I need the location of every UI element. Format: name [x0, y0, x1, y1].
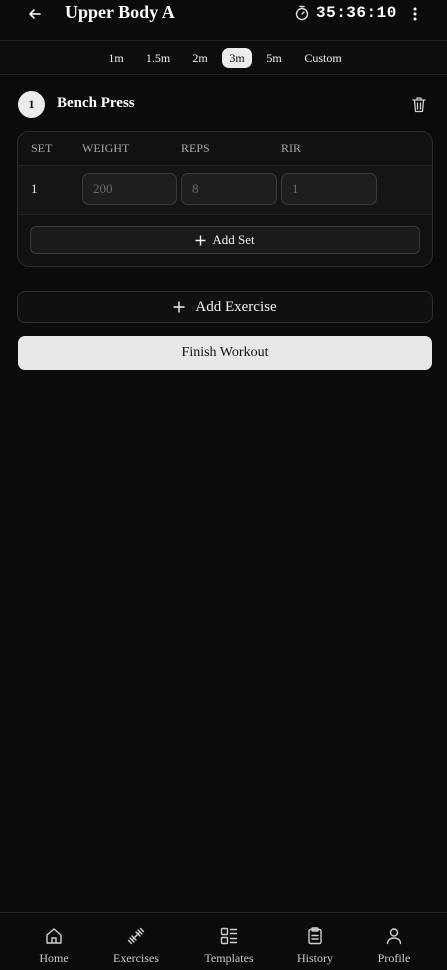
layout-list-icon	[218, 925, 240, 947]
column-header-weight: WEIGHT	[82, 141, 130, 155]
rest-option-custom[interactable]: Custom	[298, 48, 348, 68]
nav-label: Templates	[204, 951, 254, 965]
workout-title: Upper Body A	[65, 2, 175, 22]
rir-input[interactable]	[281, 173, 377, 205]
reps-input[interactable]	[181, 173, 277, 205]
nav-item-history[interactable]: History	[290, 913, 340, 970]
user-icon	[383, 925, 405, 947]
workout-timer: 35:36:10	[294, 4, 397, 22]
finish-workout-button[interactable]: Finish Workout	[18, 336, 432, 370]
sets-table-header: SET WEIGHT REPS RIR	[18, 132, 432, 166]
arrow-left-icon	[29, 9, 41, 19]
back-button[interactable]	[24, 4, 46, 24]
clipboard-icon	[304, 925, 326, 947]
nav-item-home[interactable]: Home	[29, 913, 79, 970]
nav-label: Home	[39, 951, 69, 965]
delete-exercise-button[interactable]	[410, 95, 428, 114]
nav-label: Exercises	[113, 951, 159, 965]
rest-option-3m[interactable]: 3m	[222, 48, 252, 68]
set-row: 1	[18, 166, 432, 215]
plus-icon	[195, 235, 206, 245]
add-set-button[interactable]: Add Set	[30, 226, 420, 254]
more-options-button[interactable]	[406, 4, 424, 24]
rest-option-1-5m[interactable]: 1.5m	[142, 48, 174, 68]
add-exercise-label: Add Exercise	[195, 298, 277, 315]
weight-input[interactable]	[82, 173, 177, 205]
nav-label: Profile	[377, 951, 411, 965]
column-header-rir: RIR	[281, 141, 302, 155]
nav-item-templates[interactable]: Templates	[200, 913, 258, 970]
plus-icon	[173, 301, 185, 313]
add-set-label: Add Set	[212, 232, 255, 247]
set-number: 1	[31, 181, 38, 196]
column-header-reps: REPS	[181, 141, 210, 155]
trash-icon	[412, 97, 426, 113]
sets-table: SET WEIGHT REPS RIR 1 Add Set	[17, 131, 433, 267]
home-icon	[43, 925, 65, 947]
nav-item-exercises[interactable]: Exercises	[107, 913, 165, 970]
rest-timer-options: 1m 1.5m 2m 3m 5m Custom	[0, 42, 447, 75]
bottom-navigation: Home Exercises Templates History Profile	[0, 912, 447, 970]
nav-label: History	[297, 951, 333, 965]
more-vertical-icon	[413, 7, 417, 21]
nav-item-profile[interactable]: Profile	[369, 913, 419, 970]
rest-option-5m[interactable]: 5m	[262, 48, 286, 68]
column-header-set: SET	[31, 141, 53, 155]
stopwatch-icon	[295, 5, 309, 21]
app-header: Upper Body A 35:36:10	[0, 0, 447, 41]
add-exercise-button[interactable]: Add Exercise	[17, 291, 433, 323]
timer-text: 35:36:10	[316, 4, 397, 22]
rest-option-1m[interactable]: 1m	[104, 48, 128, 68]
rest-option-2m[interactable]: 2m	[188, 48, 212, 68]
exercise-name: Bench Press	[57, 95, 135, 111]
dumbbell-icon	[125, 925, 147, 947]
exercise-number-badge: 1	[18, 91, 45, 118]
